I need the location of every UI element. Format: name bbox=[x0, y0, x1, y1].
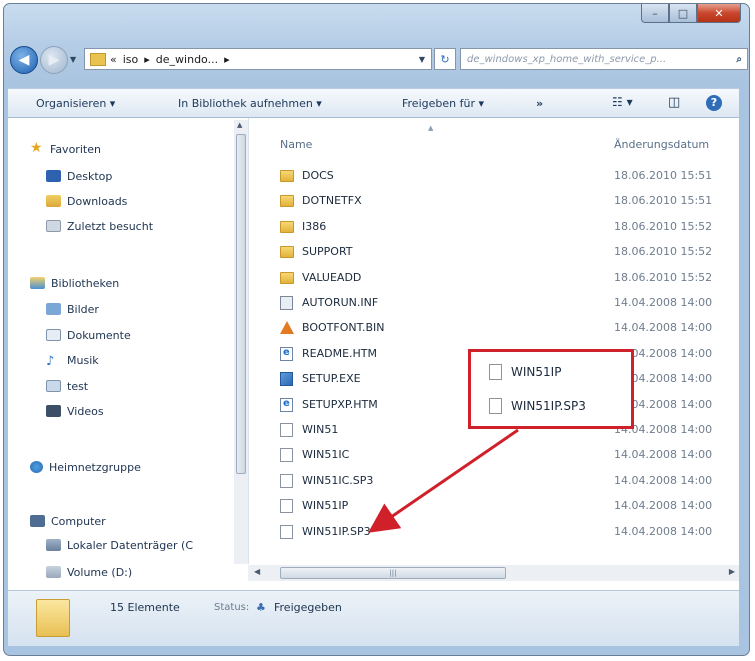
callout-arrow bbox=[368, 428, 519, 533]
